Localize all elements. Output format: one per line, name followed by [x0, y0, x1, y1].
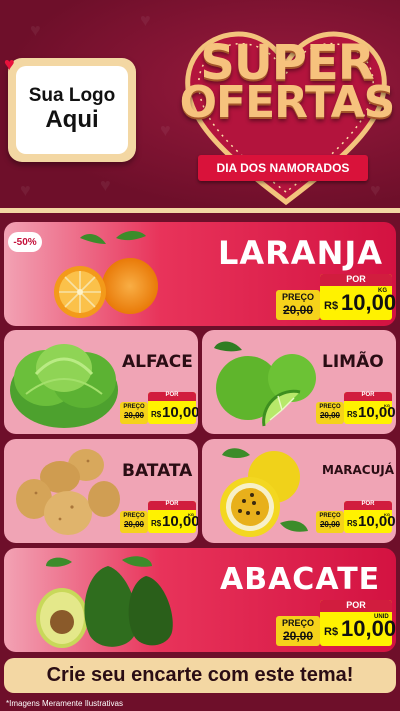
heart-icon: ♥	[20, 180, 31, 200]
heart-icon: ♥	[30, 20, 41, 40]
price-tag: PREÇO 20,00 POR R$ 10,00 KG	[120, 501, 198, 533]
heart-icon: ♥	[4, 54, 15, 74]
old-price: PREÇO 20,00	[276, 290, 320, 320]
product-name: LIMÃO	[322, 352, 384, 372]
logo-line2: Aqui	[45, 106, 99, 134]
new-price: POR R$ 10,00 KG	[344, 392, 396, 424]
old-price: PREÇO 20,00	[276, 616, 320, 646]
heart-icon: ♥	[100, 175, 111, 195]
divider	[0, 208, 400, 213]
header: ♥ ♥ ♥ ♥ ♥ ♥ Sua Logo Aqui ♥ SUPER OFERTA…	[0, 0, 400, 213]
product-name: ALFACE	[122, 352, 193, 372]
product-name: ABACATE	[220, 562, 381, 597]
old-price: PREÇO 20,00	[120, 511, 148, 533]
cta-banner[interactable]: Crie seu encarte com este tema!	[4, 658, 396, 693]
old-price: PREÇO 20,00	[120, 402, 148, 424]
new-price: POR R$ 10,00 KG	[344, 501, 396, 533]
title: SUPER OFERTAS	[176, 39, 398, 129]
product-card-maracuja[interactable]: MARACUJÁ PREÇO 20,00 POR R$ 10,00 KG	[202, 439, 396, 543]
passion-fruit-image	[220, 448, 308, 537]
price-tag: PREÇO 20,00 POR R$ 10,00 KG	[276, 274, 396, 320]
avocado-image	[36, 556, 173, 648]
potato-image	[16, 449, 120, 535]
product-name: MARACUJÁ	[322, 463, 395, 477]
product-name: LARANJA	[218, 234, 384, 272]
heart-icon: ♥	[160, 120, 171, 140]
product-card-abacate[interactable]: ABACATE PREÇO 20,00 POR R$ 10,00 UNID	[4, 548, 396, 652]
product-card-laranja[interactable]: LARANJA PREÇO 20,00 POR R$ 10,00 KG	[4, 222, 396, 326]
lime-image	[214, 341, 316, 427]
lettuce-image	[10, 344, 118, 428]
product-name: BATATA	[122, 461, 193, 481]
product-card-limao[interactable]: LIMÃO PREÇO 20,00 POR R$ 10,00 KG	[202, 330, 396, 434]
old-price: PREÇO 20,00	[316, 402, 344, 424]
product-card-batata[interactable]: BATATA PREÇO 20,00 POR R$ 10,00 KG	[4, 439, 198, 543]
new-price: POR R$ 10,00 KG	[148, 501, 198, 533]
disclaimer: *Imagens Meramente Ilustrativas	[6, 699, 123, 708]
old-price: PREÇO 20,00	[316, 511, 344, 533]
price-tag: PREÇO 20,00 POR R$ 10,00 KG	[316, 392, 396, 424]
ribbon-subtitle: DIA DOS NAMORADOS	[198, 155, 368, 181]
new-price: POR R$ 10,00	[148, 392, 198, 424]
logo-line1: Sua Logo	[28, 85, 116, 107]
price-tag: PREÇO 20,00 POR R$ 10,00	[120, 392, 198, 424]
orange-image	[54, 231, 158, 318]
heart-icon: ♥	[140, 10, 151, 30]
new-price: POR R$ 10,00 UNID	[320, 600, 396, 646]
new-price: POR R$ 10,00 KG	[320, 274, 396, 320]
logo-placeholder: Sua Logo Aqui	[8, 58, 136, 162]
price-tag: PREÇO 20,00 POR R$ 10,00 KG	[316, 501, 396, 533]
product-card-alface[interactable]: ALFACE PREÇO 20,00 POR R$ 10,00	[4, 330, 198, 434]
discount-badge: -50%	[8, 232, 42, 252]
title-line2: OFERTAS	[179, 77, 396, 129]
price-tag: PREÇO 20,00 POR R$ 10,00 UNID	[276, 600, 396, 646]
